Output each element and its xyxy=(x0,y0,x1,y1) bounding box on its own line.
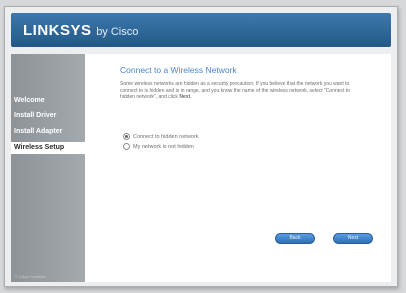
sidebar-item-label: Install Driver xyxy=(14,112,57,119)
next-button[interactable]: Next xyxy=(333,233,373,244)
option-label: My network is not hidden xyxy=(133,143,194,150)
instructions-text: Some wireless networks are hidden as a s… xyxy=(120,81,365,101)
page-title: Connect to a Wireless Network xyxy=(120,65,237,75)
logo-brand: LINKSYS xyxy=(23,22,92,39)
logo-by-cisco: by Cisco xyxy=(96,26,139,38)
main-panel: Connect to a Wireless Network Some wirel… xyxy=(85,54,391,282)
sidebar-item-install-driver[interactable]: Install Driver xyxy=(11,110,85,122)
sidebar-item-label: Install Adapter xyxy=(14,128,63,135)
radio-button[interactable] xyxy=(123,143,130,150)
sidebar: Welcome Install Driver Install Adapter W… xyxy=(11,54,87,282)
sidebar-item-label: Welcome xyxy=(14,97,45,104)
sidebar-item-welcome[interactable]: Welcome xyxy=(11,95,85,107)
option-label: Connect to hidden network xyxy=(133,133,199,140)
instructions-next-keyword: Next xyxy=(179,94,191,100)
copyright-text: © Cisco Systems xyxy=(15,274,46,279)
option-not-hidden[interactable]: My network is not hidden xyxy=(123,143,194,150)
sidebar-item-wireless-setup[interactable]: Wireless Setup xyxy=(11,142,87,154)
instructions-end: . xyxy=(190,94,192,100)
header-bar: LINKSYS by Cisco xyxy=(11,13,391,47)
instructions-start: Some wireless networks are hidden as a s… xyxy=(120,81,350,100)
sidebar-item-install-adapter[interactable]: Install Adapter xyxy=(11,126,85,138)
installer-window: LINKSYS by Cisco Welcome Install Driver … xyxy=(4,6,398,287)
back-button[interactable]: Back xyxy=(275,233,315,244)
option-connect-hidden[interactable]: Connect to hidden network xyxy=(123,133,198,140)
radio-button-selected[interactable] xyxy=(123,133,130,140)
sidebar-item-label: Wireless Setup xyxy=(14,144,65,151)
linksys-logo: LINKSYS by Cisco xyxy=(23,22,138,39)
